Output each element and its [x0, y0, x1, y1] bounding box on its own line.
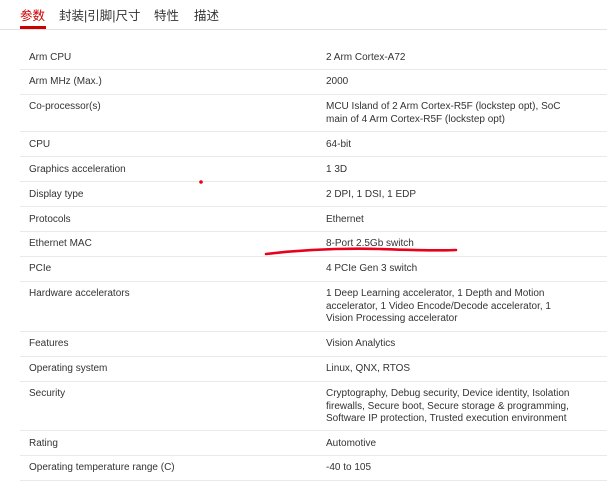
spec-row-rating: Rating Automotive [20, 431, 607, 456]
spec-label: Graphics acceleration [29, 164, 126, 175]
spec-value: 1 Deep Learning accelerator, 1 Depth and… [326, 288, 551, 324]
spec-label: Security [29, 388, 66, 399]
spec-row-arm-cpu: Arm CPU 2 Arm Cortex-A72 [20, 45, 607, 70]
spec-row-arm-mhz: Arm MHz (Max.) 2000 [20, 70, 607, 95]
spec-value: 1 3D [326, 164, 348, 175]
spec-value: MCU Island of 2 Arm Cortex-R5F (lockstep… [326, 101, 561, 125]
spec-label: Arm MHz (Max.) [29, 76, 102, 87]
spec-row-co-processors: Co-processor(s) MCU Island of 2 Arm Cort… [20, 95, 607, 132]
spec-value: 8-Port 2.5Gb switch [326, 238, 414, 249]
spec-label: Arm CPU [29, 52, 72, 63]
spec-value: Automotive [326, 438, 377, 449]
spec-row-security: Security Cryptography, Debug security, D… [20, 382, 607, 431]
spec-label: Operating temperature range (C) [29, 462, 175, 473]
spec-label: PCIe [29, 263, 52, 274]
spec-label: Rating [29, 438, 58, 449]
spec-value: 4 PCIe Gen 3 switch [326, 263, 418, 274]
spec-label: Protocols [29, 214, 71, 225]
spec-value: 64-bit [326, 139, 352, 150]
spec-row-features: Features Vision Analytics [20, 332, 607, 357]
spec-row-hardware-accelerators: Hardware accelerators 1 Deep Learning ac… [20, 282, 607, 332]
tab-features[interactable]: 特性 [154, 5, 179, 24]
spec-value: 2 Arm Cortex-A72 [326, 52, 406, 63]
spec-value: Cryptography, Debug security, Device ide… [326, 388, 570, 424]
spec-value: Vision Analytics [326, 338, 396, 349]
spec-table: Arm CPU 2 Arm Cortex-A72 Arm MHz (Max.) … [20, 45, 607, 481]
tab-description[interactable]: 描述 [194, 5, 219, 24]
spec-row-cpu: CPU 64-bit [20, 132, 607, 157]
spec-label: CPU [29, 139, 51, 150]
spec-row-graphics-acceleration: Graphics acceleration 1 3D [20, 157, 607, 182]
spec-label: Hardware accelerators [29, 288, 130, 299]
spec-row-pcie: PCIe 4 PCIe Gen 3 switch [20, 257, 607, 282]
tab-package-pins-dimensions[interactable]: 封装|引脚|尺寸 [59, 5, 141, 24]
tab-parameters[interactable]: 参数 [20, 5, 45, 24]
spec-value: 2 DPI, 1 DSI, 1 EDP [326, 189, 417, 200]
spec-row-display-type: Display type 2 DPI, 1 DSI, 1 EDP [20, 182, 607, 207]
spec-label: Ethernet MAC [29, 238, 92, 249]
tab-bar: 参数 封装|引脚|尺寸 特性 描述 [0, 0, 607, 30]
spec-label: Display type [29, 189, 84, 200]
spec-row-operating-system: Operating system Linux, QNX, RTOS [20, 357, 607, 382]
spec-value: -40 to 105 [326, 462, 372, 473]
spec-row-ethernet-mac: Ethernet MAC 8-Port 2.5Gb switch [20, 232, 607, 257]
spec-label: Operating system [29, 363, 108, 374]
spec-row-operating-temperature: Operating temperature range (C) -40 to 1… [20, 456, 607, 481]
spec-value: 2000 [326, 76, 349, 87]
spec-label: Features [29, 338, 69, 349]
spec-row-protocols: Protocols Ethernet [20, 207, 607, 232]
spec-label: Co-processor(s) [29, 101, 101, 112]
spec-value: Linux, QNX, RTOS [326, 363, 411, 374]
spec-value: Ethernet [326, 214, 364, 225]
active-tab-indicator [20, 26, 46, 29]
